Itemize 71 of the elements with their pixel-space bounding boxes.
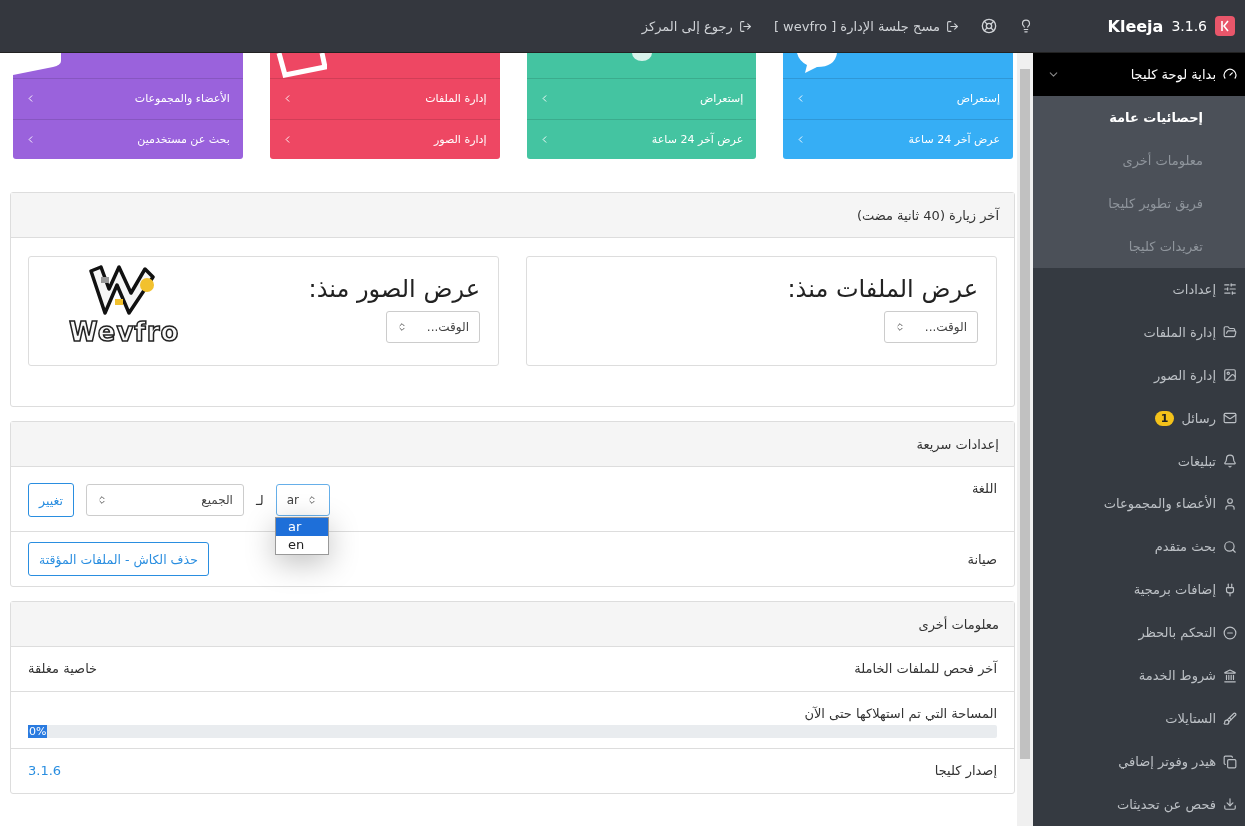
version-link[interactable]: 3.1.6 [28,763,62,778]
minus-circle-icon [1223,625,1237,640]
lifebuoy-icon[interactable] [981,18,997,34]
image-icon [1223,368,1237,383]
sidebar-item[interactable]: شروط الخدمة [1033,654,1245,698]
panel-heading: إعدادات سريعة [11,422,1014,467]
change-button[interactable]: تغيير [28,483,74,517]
sign-out-icon [738,19,752,33]
box-heading: عرض الملفات منذ: [787,275,978,303]
sidebar-item[interactable]: إعدادات [1033,267,1245,311]
app-logo-icon [1215,16,1235,36]
submenu-item[interactable]: إحصائيات عامة [1033,95,1245,139]
row-label: صيانة [967,552,997,567]
select-arrows-icon [307,495,318,505]
sidebar-item[interactable]: فحص عن تحديثات [1033,783,1245,826]
gauge-icon [1223,67,1237,82]
language-select[interactable]: ar [275,484,330,516]
time-select[interactable]: الوقت... [386,311,480,343]
sidebar-item[interactable]: إضافات برمجية [1033,568,1245,612]
sign-out-icon [946,19,959,33]
version-label: 3.1.6 [1171,18,1207,34]
select-arrows-icon [397,322,407,332]
brand-name: Kleeja [1107,16,1164,36]
time-select[interactable]: الوقت... [884,311,978,343]
sidebar-item[interactable]: إدارة الملفات [1033,310,1245,354]
row-label: المساحة التي تم استهلاكها حتى الآن [803,706,997,721]
folder-icon [1223,325,1237,340]
sidebar-item[interactable]: تبليغات [1033,439,1245,483]
top-link[interactable]: مسح جلسة الإدارة [ wevfro ] [773,18,959,34]
top-link[interactable]: رجوع إلى المركز [641,18,752,34]
card-link[interactable]: الأعضاء والمجموعات [13,78,243,119]
row-label: إصدار كليجا [934,763,997,778]
row-label: آخر فحص للملفات الخاملة [854,661,997,676]
bell-icon [1223,454,1237,469]
select-arrows-icon [96,495,107,505]
card-link[interactable]: إدارة الصور [269,118,500,159]
row-label: اللغة [971,481,997,496]
for-label: لـ [255,492,264,508]
logo-wordmark: Wevfro [69,317,180,347]
count-badge: 1 [1154,410,1175,426]
sidebar-item[interactable]: التحكم بالحظر [1033,611,1245,655]
row-value: خاصية مغلقة [28,661,98,676]
panel-heading: آخر زيارة (40 ثانية مضت) [11,193,1014,238]
sliders-icon [1223,282,1237,297]
scrollbar[interactable] [1017,53,1033,826]
sidebar-item[interactable]: هيدر وفوتر إضافي [1033,740,1245,783]
dropdown-option[interactable]: en [276,536,328,554]
download-icon [1223,797,1237,812]
target-select[interactable]: الجميع [85,484,244,516]
clear-cache-button[interactable]: حذف الكاش - الملفات المؤقتة [28,542,209,576]
select-arrows-icon [895,322,905,332]
card-link[interactable]: إدارة الملفات [269,78,500,119]
panel-heading: معلومات أخرى [11,602,1014,647]
windows-icon [1223,754,1237,769]
brush-icon [1223,711,1237,726]
frame-icon [274,53,327,78]
sidebar-item[interactable]: بحث متقدم [1033,525,1245,569]
user-icon [1223,497,1237,511]
lightbulb-icon[interactable] [1019,19,1033,33]
search-icon [1223,539,1237,554]
plug-icon [1223,582,1237,597]
progress-reading: 0% [28,725,48,738]
dropdown-option[interactable]: ar [276,518,328,536]
sidebar-item[interactable]: إدارة الصور [1033,353,1245,397]
sidebar-item[interactable]: الأعضاء والمجموعات [1033,482,1245,526]
bank-icon [1223,668,1237,683]
envelope-icon [1223,411,1237,426]
card-link[interactable]: بحث عن مستخدمين [13,118,243,159]
box-heading: عرض الصور منذ: [308,275,480,303]
sidebar-item[interactable]: بداية لوحة كليجا [1033,53,1245,96]
sidebar-item[interactable]: الستايلات [1033,697,1245,741]
